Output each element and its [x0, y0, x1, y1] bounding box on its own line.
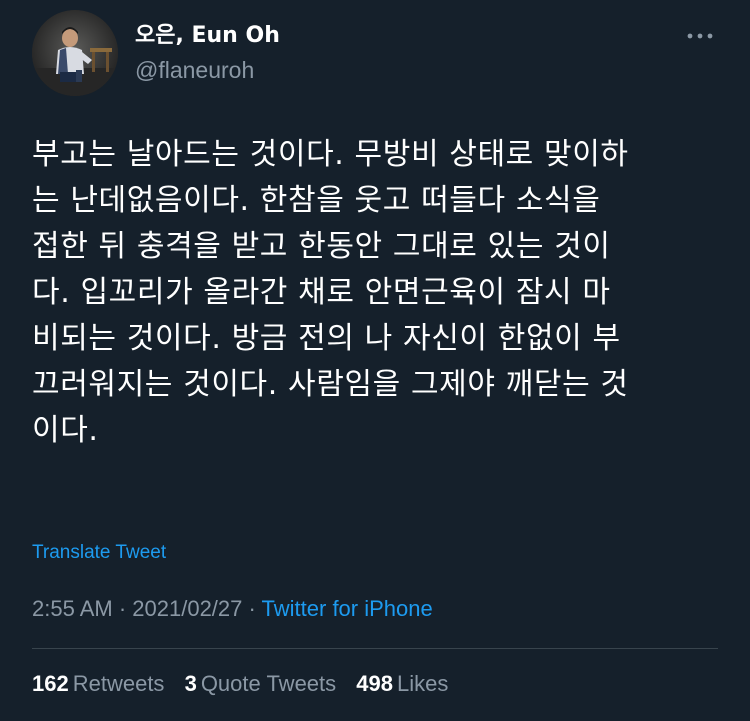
quote-tweets-label: Quote Tweets	[200, 671, 337, 696]
likes-stat[interactable]: 498 Likes	[356, 668, 448, 700]
more-options-button[interactable]	[682, 24, 718, 48]
translate-tweet-link[interactable]: Translate Tweet	[32, 539, 166, 567]
tweet-text-line: 는 난데없음이다. 한참을 웃고 떠들다 소식을	[32, 183, 601, 218]
quote-tweets-stat[interactable]: 3 Quote Tweets	[185, 668, 337, 700]
meta-separator: ·	[112, 596, 133, 621]
tweet-source-link[interactable]: Twitter for iPhone	[262, 596, 433, 621]
author-display-name[interactable]: 오은, Eun Oh	[135, 21, 280, 51]
divider	[32, 648, 718, 649]
retweets-count: 162	[32, 671, 69, 696]
tweet-text-line: 끄러워지는 것이다. 사람임을 그제야 깨닫는 것	[32, 367, 629, 402]
meta-separator: ·	[242, 596, 262, 621]
tweet-detail: 오은, Eun Oh @flaneuroh 부고는 날아드는 것이다. 무방비 …	[0, 0, 750, 721]
retweets-stat[interactable]: 162 Retweets	[32, 668, 164, 700]
tweet-stats: 162 Retweets 3 Quote Tweets 498 Likes	[32, 668, 462, 700]
retweets-label: Retweets	[72, 671, 165, 696]
tweet-text: 부고는 날아드는 것이다. 무방비 상태로 맞이하 는 난데없음이다. 한참을 …	[32, 132, 732, 454]
likes-label: Likes	[397, 671, 449, 696]
tweet-metadata: 2:55 AM · 2021/02/27 · Twitter for iPhon…	[32, 593, 433, 625]
tweet-text-line: 이다.	[32, 413, 99, 448]
tweet-text-line: 접한 뒤 충격을 받고 한동안 그대로 있는 것이	[32, 229, 611, 264]
tweet-time[interactable]: 2:55 AM	[32, 596, 113, 621]
tweet-date[interactable]: 2021/02/27	[132, 596, 242, 621]
author-handle[interactable]: @flaneuroh	[135, 55, 254, 85]
tweet-text-line: 다. 입꼬리가 올라간 채로 안면근육이 잠시 마	[32, 275, 611, 310]
more-horizontal-icon	[687, 33, 713, 39]
quote-tweets-count: 3	[184, 671, 197, 696]
avatar[interactable]	[32, 10, 118, 96]
tweet-text-line: 부고는 날아드는 것이다. 무방비 상태로 맞이하	[32, 137, 629, 172]
avatar-photo	[32, 10, 118, 96]
tweet-text-line: 비되는 것이다. 방금 전의 나 자신이 한없이 부	[32, 321, 621, 356]
likes-count: 498	[356, 671, 393, 696]
